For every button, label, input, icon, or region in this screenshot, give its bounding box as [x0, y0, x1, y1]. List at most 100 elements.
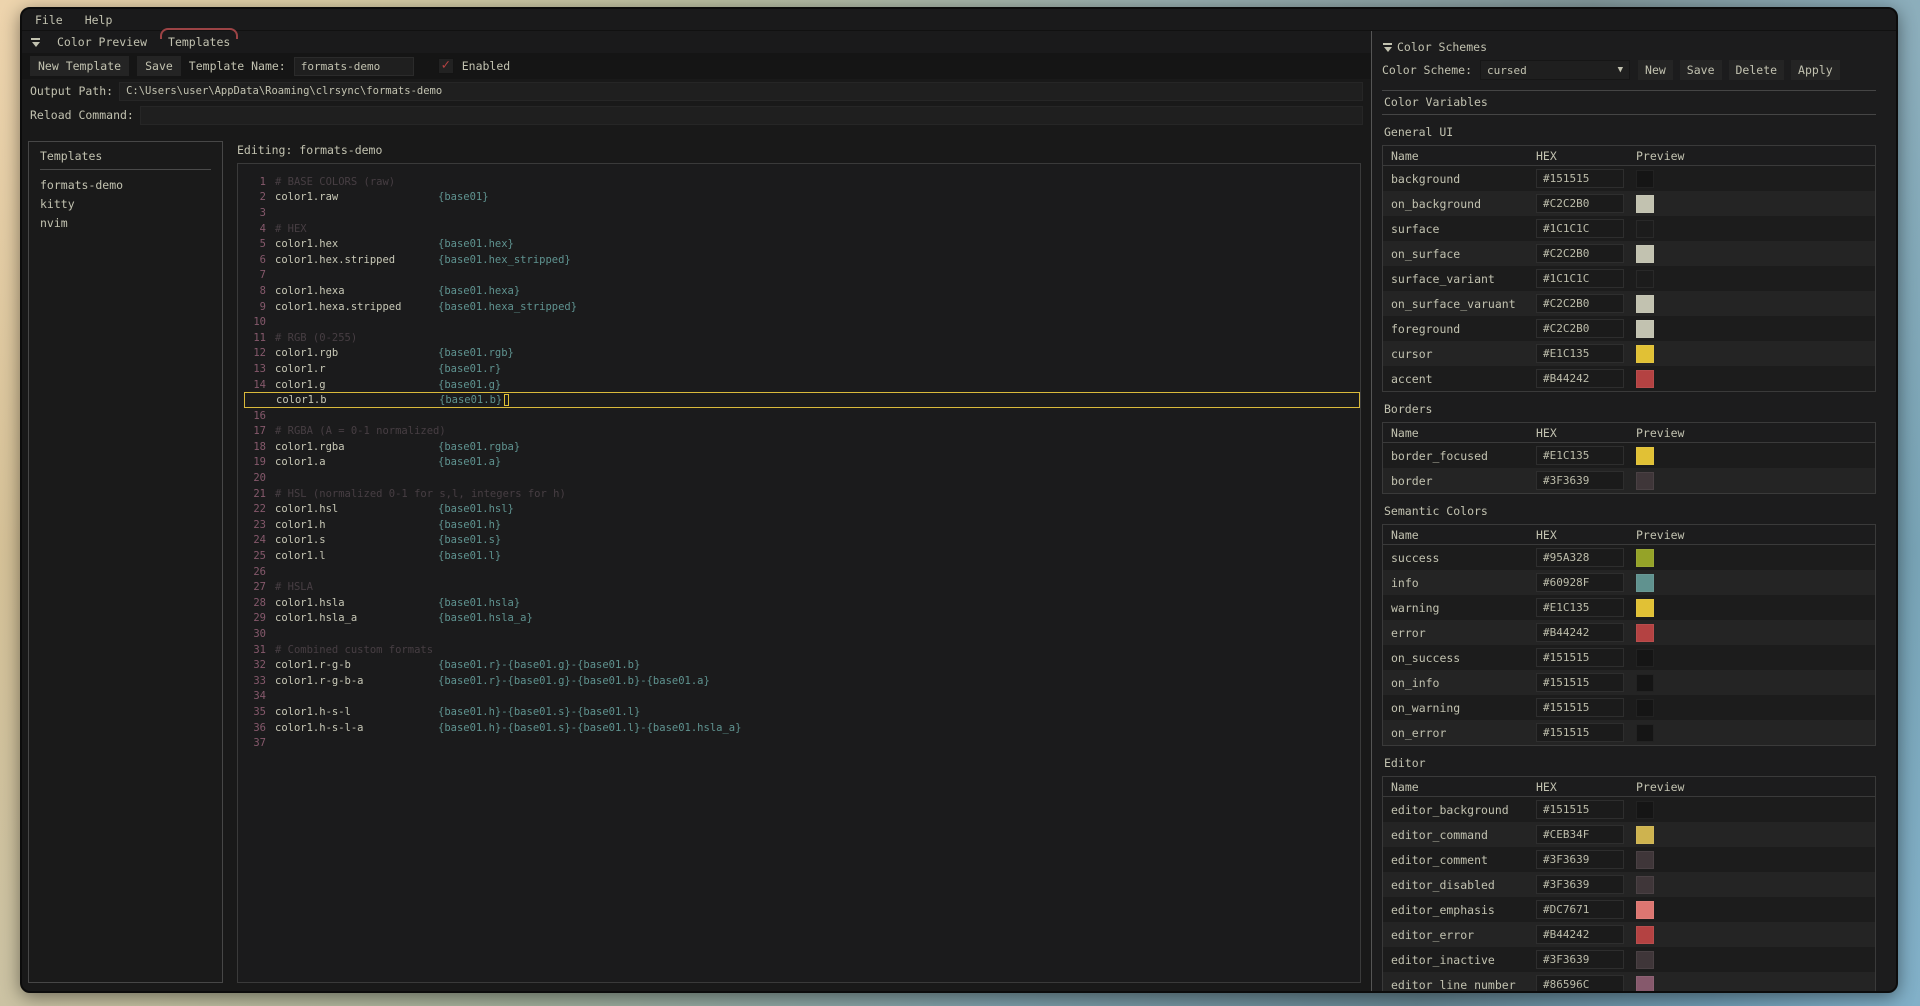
code-area[interactable]: 1# BASE COLORS (raw)2color1.raw{base01}3…	[237, 163, 1361, 983]
line-number: 3	[244, 207, 266, 219]
color-swatch[interactable]	[1636, 270, 1654, 288]
table-row-on-surface: on_surface#C2C2B0	[1383, 241, 1875, 266]
hex-cell: #3F3639	[1536, 875, 1636, 894]
code-value: {base01}	[438, 191, 489, 203]
hex-value-input[interactable]: #3F3639	[1536, 950, 1624, 969]
template-item-nvim[interactable]: nvim	[40, 214, 211, 233]
color-swatch[interactable]	[1636, 826, 1654, 844]
code-line: 16	[244, 408, 1360, 424]
code-key: color1.hex.stripped	[275, 254, 438, 266]
tab-templates[interactable]: Templates	[164, 34, 234, 50]
template-item-kitty[interactable]: kitty	[40, 195, 211, 214]
hex-value-input[interactable]: #3F3639	[1536, 471, 1624, 490]
color-swatch[interactable]	[1636, 345, 1654, 363]
color-swatch[interactable]	[1636, 976, 1654, 992]
hex-value-input[interactable]: #151515	[1536, 698, 1624, 717]
color-swatch[interactable]	[1636, 926, 1654, 944]
color-swatch[interactable]	[1636, 220, 1654, 238]
color-swatch[interactable]	[1636, 674, 1654, 692]
hex-value-input[interactable]: #C2C2B0	[1536, 194, 1624, 213]
color-swatch[interactable]	[1636, 574, 1654, 592]
table-header-row: NameHEXPreview	[1383, 146, 1875, 166]
tab-bar: Color Preview Templates	[22, 31, 1371, 53]
color-swatch[interactable]	[1636, 649, 1654, 667]
hex-value-input[interactable]: #151515	[1536, 673, 1624, 692]
code-key: color1.g	[275, 379, 438, 391]
color-swatch[interactable]	[1636, 370, 1654, 388]
hex-value-input[interactable]: #B44242	[1536, 623, 1624, 642]
line-number: 1	[244, 176, 266, 188]
hex-value-input[interactable]: #151515	[1536, 648, 1624, 667]
enabled-checkbox[interactable]: ✓	[438, 58, 454, 74]
variable-name: on_error	[1383, 726, 1536, 740]
apply-scheme-button[interactable]: Apply	[1791, 60, 1840, 80]
delete-scheme-button[interactable]: Delete	[1729, 60, 1785, 80]
hex-cell: #151515	[1536, 169, 1636, 188]
new-scheme-button[interactable]: New	[1638, 60, 1673, 80]
collapse-panel-icon[interactable]	[30, 38, 41, 47]
template-item-formats-demo[interactable]: formats-demo	[40, 176, 211, 195]
color-swatch[interactable]	[1636, 951, 1654, 969]
hex-value-input[interactable]: #E1C135	[1536, 344, 1624, 363]
code-value: {base01.a}	[438, 456, 501, 468]
code-line-highlighted: 15color1.b{base01.b}	[244, 392, 1360, 408]
tab-color-preview[interactable]: Color Preview	[53, 34, 151, 50]
preview-cell	[1636, 245, 1875, 263]
color-swatch[interactable]	[1636, 320, 1654, 338]
hex-value-input[interactable]: #E1C135	[1536, 598, 1624, 617]
color-swatch[interactable]	[1636, 699, 1654, 717]
color-swatch[interactable]	[1636, 851, 1654, 869]
menu-item-file[interactable]: File	[35, 13, 63, 27]
reload-command-input[interactable]	[140, 106, 1363, 125]
hex-value-input[interactable]: #B44242	[1536, 369, 1624, 388]
color-swatch[interactable]	[1636, 724, 1654, 742]
preview-cell	[1636, 170, 1875, 188]
hex-value-input[interactable]: #151515	[1536, 723, 1624, 742]
line-number: 30	[244, 628, 266, 640]
hex-value-input[interactable]: #B44242	[1536, 925, 1624, 944]
variable-name: editor_emphasis	[1383, 903, 1536, 917]
hex-value-input[interactable]: #DC7671	[1536, 900, 1624, 919]
hex-value-input[interactable]: #3F3639	[1536, 875, 1624, 894]
hex-value-input[interactable]: #C2C2B0	[1536, 294, 1624, 313]
color-swatch[interactable]	[1636, 599, 1654, 617]
color-swatch[interactable]	[1636, 876, 1654, 894]
code-value: {base01.hsla_a}	[438, 612, 533, 624]
code-value: {base01.hexa_stripped}	[438, 301, 577, 313]
color-swatch[interactable]	[1636, 295, 1654, 313]
hex-value-input[interactable]: #60928F	[1536, 573, 1624, 592]
line-number: 28	[244, 597, 266, 609]
menu-item-help[interactable]: Help	[85, 13, 113, 27]
column-header-name: Name	[1383, 780, 1536, 794]
hex-value-input[interactable]: #C2C2B0	[1536, 319, 1624, 338]
hex-value-input[interactable]: #1C1C1C	[1536, 219, 1624, 238]
hex-value-input[interactable]: #86596C	[1536, 975, 1624, 991]
save-scheme-button[interactable]: Save	[1680, 60, 1722, 80]
color-swatch[interactable]	[1636, 472, 1654, 490]
color-swatch[interactable]	[1636, 245, 1654, 263]
hex-value-input[interactable]: #CEB34F	[1536, 825, 1624, 844]
hex-value-input[interactable]: #1C1C1C	[1536, 269, 1624, 288]
color-swatch[interactable]	[1636, 170, 1654, 188]
hex-value-input[interactable]: #E1C135	[1536, 446, 1624, 465]
hex-value-input[interactable]: #151515	[1536, 800, 1624, 819]
hex-value-input[interactable]: #151515	[1536, 169, 1624, 188]
new-template-button[interactable]: New Template	[30, 56, 129, 76]
collapse-schemes-icon[interactable]	[1382, 43, 1393, 52]
color-scheme-select[interactable]: cursed ▼	[1480, 60, 1630, 80]
color-swatch[interactable]	[1636, 901, 1654, 919]
save-template-button[interactable]: Save	[137, 56, 181, 76]
template-name-input[interactable]	[294, 57, 414, 76]
menu-bar: File Help	[22, 9, 1896, 31]
color-swatch[interactable]	[1636, 195, 1654, 213]
output-path-input[interactable]	[119, 82, 1363, 101]
color-swatch[interactable]	[1636, 801, 1654, 819]
section-title-borders: Borders	[1384, 402, 1876, 418]
color-swatch[interactable]	[1636, 447, 1654, 465]
color-swatch[interactable]	[1636, 549, 1654, 567]
hex-value-input[interactable]: #C2C2B0	[1536, 244, 1624, 263]
color-swatch[interactable]	[1636, 624, 1654, 642]
hex-value-input[interactable]: #95A328	[1536, 548, 1624, 567]
hex-value-input[interactable]: #3F3639	[1536, 850, 1624, 869]
preview-cell	[1636, 876, 1875, 894]
